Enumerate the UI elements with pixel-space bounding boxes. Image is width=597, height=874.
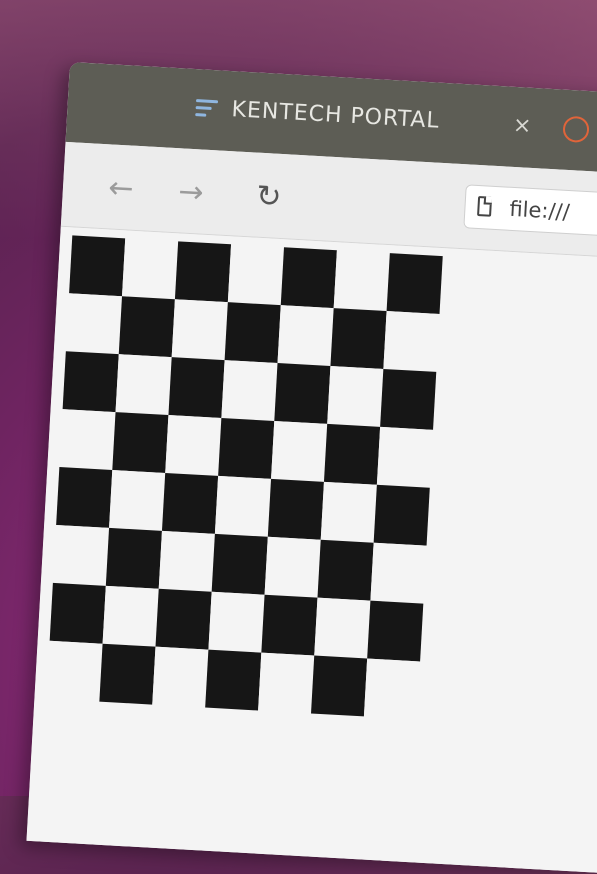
- forward-button[interactable]: →: [170, 172, 212, 214]
- light-square: [165, 415, 222, 476]
- close-icon[interactable]: ×: [508, 113, 535, 140]
- dark-square: [267, 478, 324, 540]
- light-square: [152, 646, 209, 708]
- light-square: [327, 366, 384, 427]
- window-control-icon[interactable]: [562, 115, 590, 144]
- light-square: [65, 293, 123, 355]
- dark-square: [205, 649, 262, 711]
- light-square: [109, 469, 166, 531]
- address-bar[interactable]: file:///: [463, 184, 597, 243]
- light-square: [363, 658, 421, 720]
- dark-square: [99, 643, 156, 705]
- browser-window: KENTECH PORTAL × ← → ↻ file:///: [26, 62, 597, 874]
- dark-square: [69, 235, 126, 297]
- dark-square: [311, 655, 368, 717]
- light-square: [46, 640, 103, 702]
- light-square: [221, 360, 278, 421]
- light-square: [52, 524, 110, 586]
- light-square: [383, 311, 440, 372]
- light-square: [171, 299, 228, 361]
- light-square: [122, 238, 179, 300]
- light-square: [158, 530, 215, 592]
- dark-square: [49, 582, 106, 644]
- dark-square: [386, 253, 443, 315]
- reload-button[interactable]: ↻: [248, 176, 290, 218]
- dark-square: [174, 241, 232, 303]
- dark-square: [224, 302, 281, 364]
- light-square: [227, 244, 284, 306]
- dark-square: [56, 467, 113, 528]
- dark-square: [161, 472, 219, 534]
- document-icon: [477, 195, 493, 217]
- light-square: [258, 652, 315, 714]
- dark-square: [62, 351, 119, 413]
- back-button[interactable]: ←: [100, 168, 142, 210]
- light-square: [277, 305, 334, 367]
- checkerboard: [46, 235, 443, 720]
- dark-square: [367, 600, 424, 662]
- light-square: [320, 481, 377, 543]
- light-square: [59, 409, 116, 470]
- dark-square: [155, 588, 212, 650]
- light-square: [333, 250, 390, 312]
- dark-square: [330, 308, 387, 369]
- light-square: [264, 536, 321, 598]
- light-square: [376, 426, 434, 488]
- dark-square: [168, 357, 225, 419]
- dark-square: [261, 594, 318, 656]
- light-square: [370, 542, 427, 604]
- menu-lines-icon: [195, 99, 219, 117]
- dark-square: [105, 527, 162, 589]
- light-square: [115, 354, 172, 416]
- url-text: file:///: [508, 196, 571, 225]
- page-content: [26, 226, 597, 874]
- dark-square: [112, 412, 169, 473]
- dark-square: [373, 484, 430, 546]
- dark-square: [317, 539, 374, 601]
- dark-square: [118, 296, 175, 358]
- dark-square: [211, 533, 268, 595]
- dark-square: [218, 418, 275, 479]
- light-square: [208, 591, 265, 653]
- light-square: [102, 585, 159, 647]
- window-title: KENTECH PORTAL: [230, 97, 441, 134]
- dark-square: [274, 363, 331, 424]
- light-square: [314, 597, 371, 659]
- light-square: [271, 420, 328, 482]
- dark-square: [380, 368, 437, 430]
- dark-square: [323, 423, 381, 485]
- dark-square: [280, 247, 337, 309]
- light-square: [214, 475, 272, 537]
